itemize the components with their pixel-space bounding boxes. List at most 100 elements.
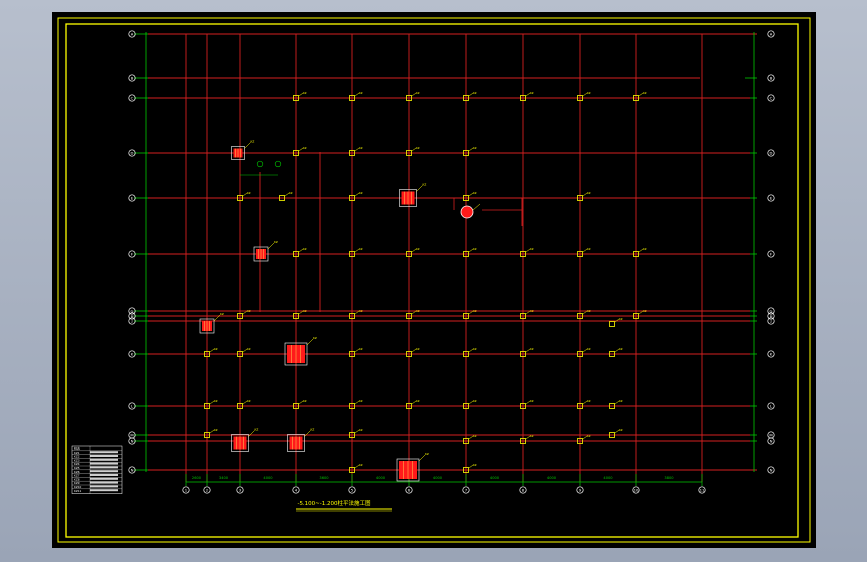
column-tag: KZ: [587, 191, 591, 195]
axis-bubble-label: A: [131, 32, 134, 37]
axis-bubble-label: 7: [465, 488, 468, 493]
column-tag: KZ: [473, 463, 477, 467]
column-tag: KZ: [587, 399, 591, 403]
round-column: [460, 205, 474, 219]
column-tag: KZ: [473, 247, 477, 251]
column-tag: KZ: [359, 91, 363, 95]
column-tag: KZ: [416, 247, 420, 251]
outer-frame: [57, 17, 811, 543]
column-tag: KZ: [289, 191, 293, 195]
column-tag: KZ: [587, 434, 591, 438]
column-tag: KZ: [214, 399, 218, 403]
axis-bubble-label: F: [770, 252, 772, 257]
column-tag: KZ: [303, 247, 307, 251]
column-tag: KZ: [473, 347, 477, 351]
schedule-value-bar: [90, 470, 118, 473]
column-tag: KZ: [473, 191, 477, 195]
axis-bubble-label: D: [131, 151, 134, 156]
dimension-text: 4000: [376, 476, 386, 480]
axis-bubble-label: 5: [351, 488, 354, 493]
column-tag: KZ: [416, 146, 420, 150]
column-tag: KZ: [255, 428, 259, 432]
column-tag: KZ: [619, 399, 623, 403]
column-tag: KZ: [473, 399, 477, 403]
axis-bubble-label: N: [770, 468, 773, 473]
axis-bubble-label: 11: [700, 488, 705, 493]
structural-plan-drawing: A AB BC CD DE EF FG GH HJ JK KL LM MN NN N1 2 3 4 5 6 7 8 9 10 1…: [57, 17, 811, 543]
column-tag: KZ: [247, 399, 251, 403]
column-tag: KZ: [587, 309, 591, 313]
column-tag: KZ: [359, 146, 363, 150]
axis-bubble-label: B: [770, 76, 773, 81]
detailed-column: [199, 314, 221, 334]
dimension-text: 3600: [319, 476, 329, 480]
column-tag: KZ: [359, 347, 363, 351]
column-tag: KZ: [311, 428, 315, 432]
column-tag: KZ: [530, 91, 534, 95]
axis-bubble-label: 3: [239, 488, 242, 493]
column-tag: KZ: [303, 309, 307, 313]
axis-bubble-label: M: [130, 433, 133, 438]
schedule-value-bar: [90, 458, 118, 461]
schedule-cell: KZ11: [74, 489, 82, 493]
axis-bubble-label: 1: [185, 488, 188, 493]
column-tag: KZ: [416, 399, 420, 403]
column-tag: KZ: [247, 191, 251, 195]
detailed-column: [231, 142, 251, 160]
column-tag: KZ: [587, 247, 591, 251]
column-tag: KZ: [530, 399, 534, 403]
axis-bubble-label: K: [131, 352, 134, 357]
schedule-value-bar: [90, 477, 118, 480]
column-tag: KZ: [303, 399, 307, 403]
column-tag: KZ: [220, 312, 224, 316]
schedule-value-bar: [90, 451, 118, 454]
column-tag: KZ: [473, 91, 477, 95]
column-tag: KZ: [251, 140, 255, 144]
schedule-value-bar: [90, 462, 118, 465]
dimension-text: 2600: [192, 476, 202, 480]
dimension-text: 4000: [263, 476, 273, 480]
column-tag: KZ: [359, 399, 363, 403]
schedule-value-bar: [90, 485, 118, 488]
axis-bubble-label: 2: [206, 488, 209, 493]
column-schedule: 柱表KZ1KZ2KZ3KZ4KZ5KZ6KZ7KZ8KZ9KZ10KZ11: [71, 446, 123, 494]
column-tag: KZ: [359, 463, 363, 467]
schedule-value-bar: [90, 466, 118, 469]
column-tag: KZ: [473, 434, 477, 438]
dimension-text: 4000: [490, 476, 500, 480]
column-tag: KZ: [619, 428, 623, 432]
column-tag: KZ: [619, 347, 623, 351]
drawing-title: -5.100~-1.200柱平法施工图: [297, 499, 371, 507]
schedule-value-bar: [90, 474, 118, 476]
axis-bubble-label: A: [770, 32, 773, 37]
column-tag: KZ: [425, 452, 429, 456]
schedule-value-bar: [90, 481, 118, 484]
axis-bubble-label: 10: [634, 488, 639, 493]
axis-bubble-label: C: [131, 96, 134, 101]
column-tag: KZ: [359, 191, 363, 195]
axis-bubble-label: M: [769, 433, 772, 438]
column-tag: KZ: [416, 309, 420, 313]
axis-bubble-label: L: [131, 404, 134, 409]
axis-bubble-label: N: [770, 439, 773, 444]
column-tag: KZ: [359, 247, 363, 251]
column-tag: KZ: [423, 183, 427, 187]
column-tag: KZ: [303, 146, 307, 150]
axis-grid: [134, 32, 757, 486]
axis-bubble-label: D: [770, 151, 773, 156]
column-tag: KZ: [359, 428, 363, 432]
cad-drawing-sheet: A A B B C C D D E E F F G G H H J J K K L L M M N N N N 1 2 3 4 5 6 7 8 9 10 1…: [52, 12, 816, 548]
axis-bubble-label: E: [770, 196, 773, 201]
dimension-text: 3800: [664, 476, 674, 480]
column-tag: KZ: [587, 91, 591, 95]
axis-bubble-label: K: [770, 352, 773, 357]
column-tag: KZ: [416, 347, 420, 351]
label-layer: A AB BC CD DE EF FG GH HJ JK KL LM MN NN N1 2 3 4 5 6 7 8 9 10 1…: [128, 30, 775, 494]
column-tag: KZ: [473, 309, 477, 313]
axis-bubble-sub: [256, 160, 264, 168]
schedule-value-bar: [90, 489, 118, 492]
axis-bubble-label: C: [770, 96, 773, 101]
dimension-text: 3400: [219, 476, 229, 480]
column-tag: KZ: [643, 309, 647, 313]
detailed-column: [284, 338, 314, 366]
